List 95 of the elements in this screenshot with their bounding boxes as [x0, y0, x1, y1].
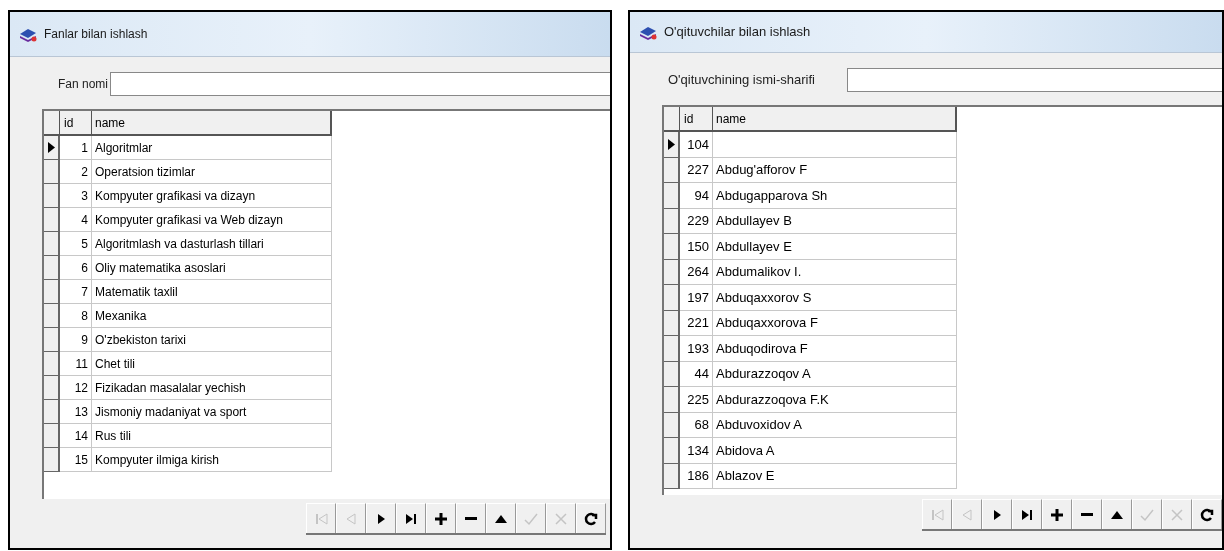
plus-icon	[433, 510, 449, 527]
navigator-button[interactable]	[456, 503, 486, 533]
table-cell: 104	[680, 132, 713, 158]
table-cell: 7	[60, 280, 92, 304]
table-cell: 15	[60, 448, 92, 472]
table-cell: Abduqaxxorov S	[713, 285, 957, 311]
first-record-icon	[313, 510, 329, 527]
table-cell: Kompyuter grafikasi va dizayn	[92, 184, 332, 208]
table-cell: Matematik taxlil	[92, 280, 332, 304]
books-icon	[18, 26, 38, 42]
navigator-button[interactable]	[576, 503, 606, 533]
table-cell: 11	[60, 352, 92, 376]
navigator-button[interactable]	[1192, 499, 1222, 529]
table-cell: Algoritmlash va dasturlash tillari	[92, 232, 332, 256]
table-cell: Chet tili	[92, 352, 332, 376]
search-field[interactable]	[847, 68, 1222, 92]
navigator-button[interactable]	[426, 503, 456, 533]
table-cell: 1	[60, 136, 92, 160]
plus-icon	[1049, 506, 1065, 523]
window-title: O'qituvchilar bilan ishlash	[664, 23, 811, 42]
table-cell: 197	[680, 285, 713, 311]
table-cell: 264	[680, 259, 713, 285]
table-cell: 44	[680, 361, 713, 387]
current-row-icon	[667, 138, 675, 150]
indicator-header	[664, 107, 680, 132]
table-cell: Abdurazzoqov A	[713, 361, 957, 387]
table-cell: Abdugapparova Sh	[713, 183, 957, 209]
table-cell: 9	[60, 328, 92, 352]
column-header: name	[713, 107, 957, 132]
table-cell: 6	[60, 256, 92, 280]
navigator-button[interactable]	[1072, 499, 1102, 529]
table-cell: Rus tili	[92, 424, 332, 448]
table-cell: 14	[60, 424, 92, 448]
table-cell: O'zbekiston tarixi	[92, 328, 332, 352]
table-cell: Abduqaxxorova F	[713, 310, 957, 336]
cross-icon	[1169, 506, 1185, 523]
field-label: Fan nomi	[57, 76, 110, 93]
table-cell: 186	[680, 463, 713, 489]
table-cell: 221	[680, 310, 713, 336]
table-cell: 12	[60, 376, 92, 400]
table-cell: Fizikadan masalalar yechish	[92, 376, 332, 400]
table-cell: 229	[680, 208, 713, 234]
table-cell: 68	[680, 412, 713, 438]
table-cell: 225	[680, 387, 713, 413]
table-cell: 134	[680, 438, 713, 464]
row-indicator[interactable]	[44, 136, 60, 160]
table-cell: Abdug'afforov F	[713, 157, 957, 183]
table-cell: Ablazov E	[713, 463, 957, 489]
navigator-button[interactable]	[366, 503, 396, 533]
row-indicator[interactable]	[664, 132, 680, 158]
table-cell: 150	[680, 234, 713, 260]
table-cell: 2	[60, 160, 92, 184]
table-cell: Abduqodirova F	[713, 336, 957, 362]
table-cell: Abidova A	[713, 438, 957, 464]
refresh-icon	[583, 510, 599, 527]
refresh-icon	[1199, 506, 1215, 523]
column-header: id	[60, 111, 92, 136]
table-cell: 193	[680, 336, 713, 362]
table-cell: Mexanika	[92, 304, 332, 328]
minus-icon	[465, 517, 477, 520]
table-cell: 8	[60, 304, 92, 328]
table-cell: Kompyuter ilmiga kirish	[92, 448, 332, 472]
table-cell: Abdumalikov I.	[713, 259, 957, 285]
navigator-button[interactable]	[486, 503, 516, 533]
table-cell: 5	[60, 232, 92, 256]
navigator-button[interactable]	[1102, 499, 1132, 529]
table-cell: 94	[680, 183, 713, 209]
search-field[interactable]	[110, 72, 610, 96]
navigator-button[interactable]	[396, 503, 426, 533]
table-cell: Kompyuter grafikasi va Web dizayn	[92, 208, 332, 232]
column-header: id	[680, 107, 713, 132]
navigator-button[interactable]	[1042, 499, 1072, 529]
table-cell: Abdullayev E	[713, 234, 957, 260]
indicator-header	[44, 111, 60, 136]
table-cell: Abduvoxidov A	[713, 412, 957, 438]
table-cell: Algoritmlar	[92, 136, 332, 160]
minus-icon	[1081, 513, 1093, 516]
table-cell: Jismoniy madaniyat va sport	[92, 400, 332, 424]
table-cell: 13	[60, 400, 92, 424]
table-cell: Oliy matematika asoslari	[92, 256, 332, 280]
navigator-button[interactable]	[982, 499, 1012, 529]
table-cell: Abdurazzoqova F.K	[713, 387, 957, 413]
table-cell: 4	[60, 208, 92, 232]
table-cell: 3	[60, 184, 92, 208]
table-cell: Abdullayev B	[713, 208, 957, 234]
cross-icon	[553, 510, 569, 527]
field-label: O'qituvchining ismi-sharifi	[667, 71, 816, 90]
first-record-icon	[929, 506, 945, 523]
books-icon	[638, 24, 658, 40]
column-header: name	[92, 111, 332, 136]
navigator-button[interactable]	[1012, 499, 1042, 529]
current-row-icon	[47, 142, 55, 153]
window-title: Fanlar bilan ishlash	[44, 26, 148, 43]
table-cell: 227	[680, 157, 713, 183]
table-cell: Operatsion tizimlar	[92, 160, 332, 184]
